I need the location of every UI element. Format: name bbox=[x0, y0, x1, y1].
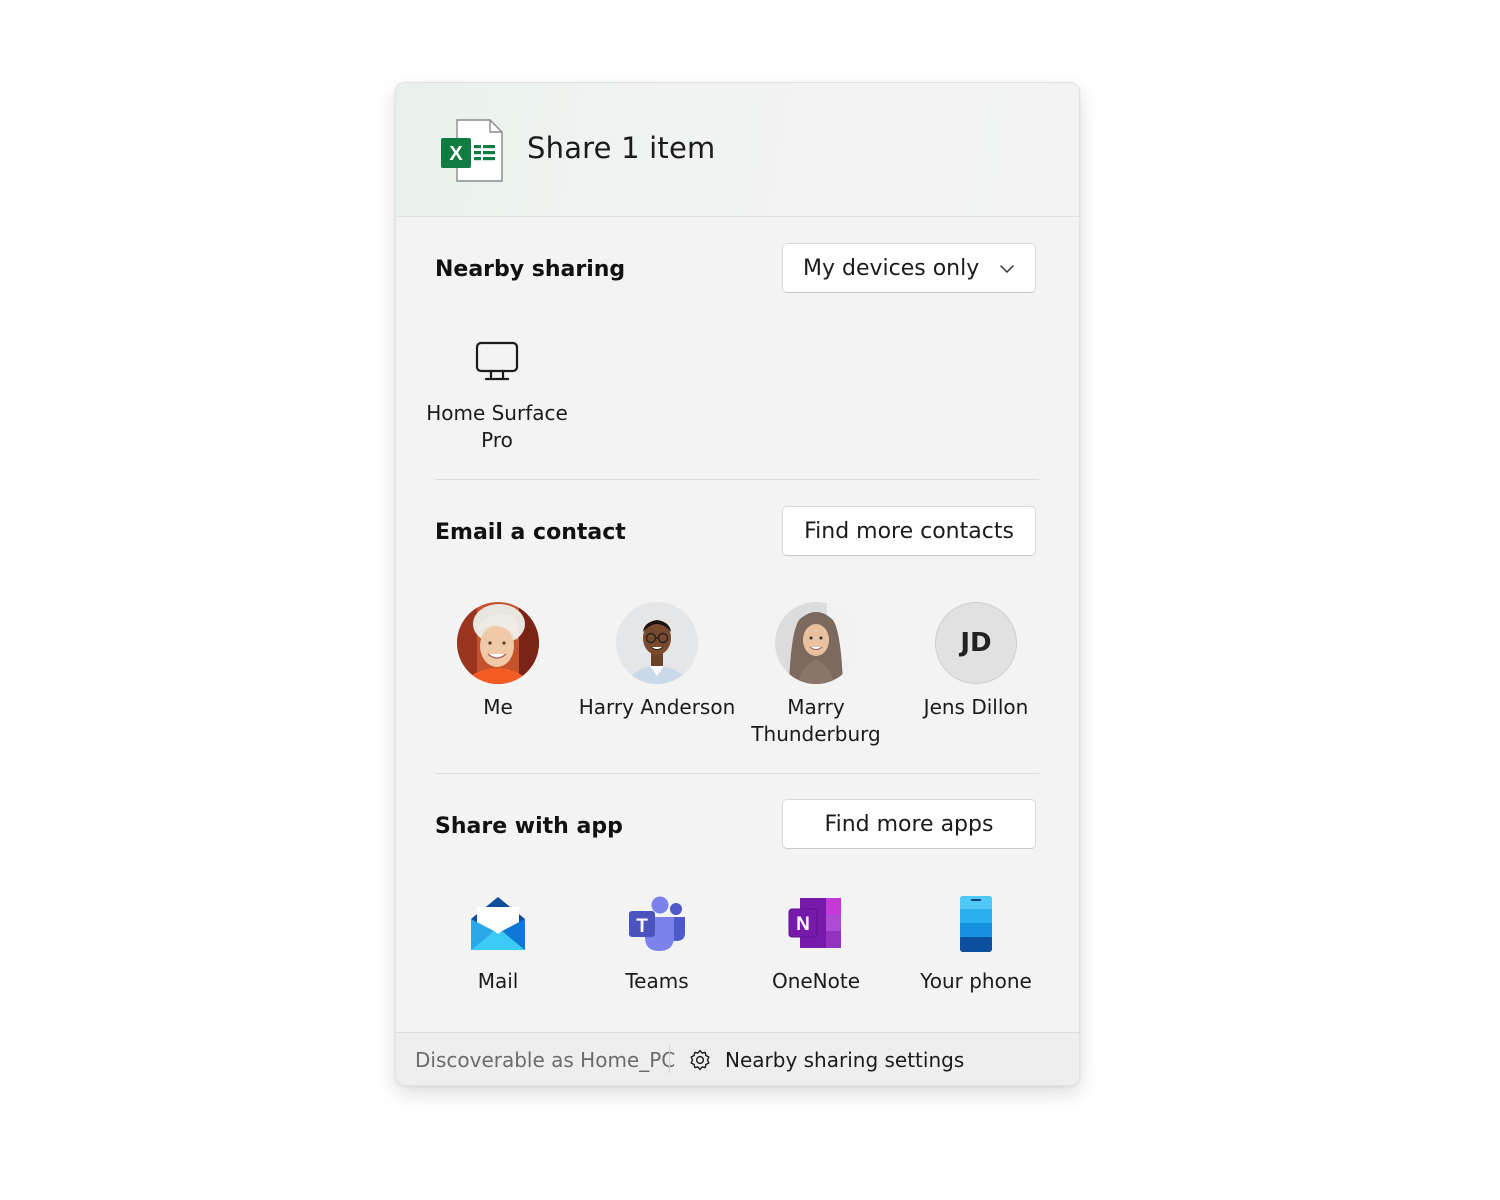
contact-name: Me bbox=[418, 694, 578, 721]
device-home-surface-pro[interactable]: Home Surface Pro bbox=[426, 341, 568, 454]
excel-file-icon: X bbox=[440, 119, 506, 183]
gear-icon bbox=[690, 1049, 710, 1071]
teams-icon: T bbox=[627, 895, 687, 955]
contact-name-line1: Jens Dillon bbox=[923, 695, 1029, 719]
dropdown-value: My devices only bbox=[803, 256, 980, 281]
app-mail[interactable]: Mail bbox=[418, 895, 578, 993]
app-name: Mail bbox=[477, 969, 519, 993]
share-footer: Discoverable as Home_PC Nearby sharing s… bbox=[396, 1032, 1079, 1085]
share-dialog: X Share 1 item Nearby sharing My devices… bbox=[395, 82, 1080, 1086]
monitor-icon bbox=[475, 341, 519, 381]
contact-marry-thunderburg[interactable]: Marry Thunderburg bbox=[736, 602, 896, 748]
contact-jens-dillon[interactable]: JD Jens Dillon bbox=[896, 602, 1056, 721]
share-with-app-title: Share with app bbox=[435, 814, 623, 839]
avatar bbox=[775, 602, 857, 684]
contact-name-line1: Marry bbox=[787, 695, 845, 719]
app-name: OneNote bbox=[771, 969, 861, 993]
contact-name-line1: Me bbox=[483, 695, 513, 719]
email-contact-title: Email a contact bbox=[435, 520, 626, 545]
device-label: Home Surface Pro bbox=[426, 400, 568, 454]
contact-name-line1: Harry Anderson bbox=[578, 695, 736, 719]
app-name: Your phone bbox=[920, 969, 1032, 993]
avatar bbox=[616, 602, 698, 684]
onenote-icon: N bbox=[786, 895, 846, 955]
contact-me[interactable]: Me bbox=[418, 602, 578, 721]
avatar bbox=[457, 602, 539, 684]
app-name: Teams bbox=[625, 969, 689, 993]
app-teams[interactable]: T Teams bbox=[577, 895, 737, 993]
settings-label: Nearby sharing settings bbox=[725, 1048, 965, 1072]
chevron-down-icon bbox=[1000, 265, 1014, 273]
nearby-sharing-settings-link[interactable]: Nearby sharing settings bbox=[689, 1045, 964, 1075]
contact-name-line2: Thunderburg bbox=[751, 722, 881, 746]
find-more-contacts-button[interactable]: Find more contacts bbox=[782, 506, 1036, 556]
contact-name: Jens Dillon bbox=[896, 694, 1056, 721]
contact-harry-anderson[interactable]: Harry Anderson bbox=[577, 602, 737, 721]
footer-separator bbox=[669, 1045, 670, 1073]
app-onenote[interactable]: N OneNote bbox=[736, 895, 896, 993]
divider bbox=[435, 773, 1039, 774]
divider bbox=[435, 479, 1039, 480]
find-more-apps-button[interactable]: Find more apps bbox=[782, 799, 1036, 849]
discoverable-status: Discoverable as Home_PC bbox=[415, 1048, 676, 1072]
avatar-initials: JD bbox=[935, 602, 1017, 684]
your-phone-icon bbox=[946, 895, 1006, 955]
mail-icon bbox=[468, 895, 528, 955]
contact-name: Harry Anderson bbox=[577, 694, 737, 721]
nearby-sharing-dropdown[interactable]: My devices only bbox=[782, 243, 1036, 293]
svg-text:N: N bbox=[796, 914, 810, 935]
device-label-line1: Home Surface bbox=[426, 401, 568, 425]
device-label-line2: Pro bbox=[481, 428, 513, 452]
contact-name: Marry Thunderburg bbox=[736, 694, 896, 748]
share-header: X Share 1 item bbox=[396, 83, 1079, 217]
nearby-sharing-title: Nearby sharing bbox=[435, 257, 626, 282]
share-title: Share 1 item bbox=[527, 131, 716, 165]
app-your-phone[interactable]: Your phone bbox=[896, 895, 1056, 993]
svg-text:X: X bbox=[449, 143, 463, 165]
svg-text:T: T bbox=[636, 916, 648, 937]
